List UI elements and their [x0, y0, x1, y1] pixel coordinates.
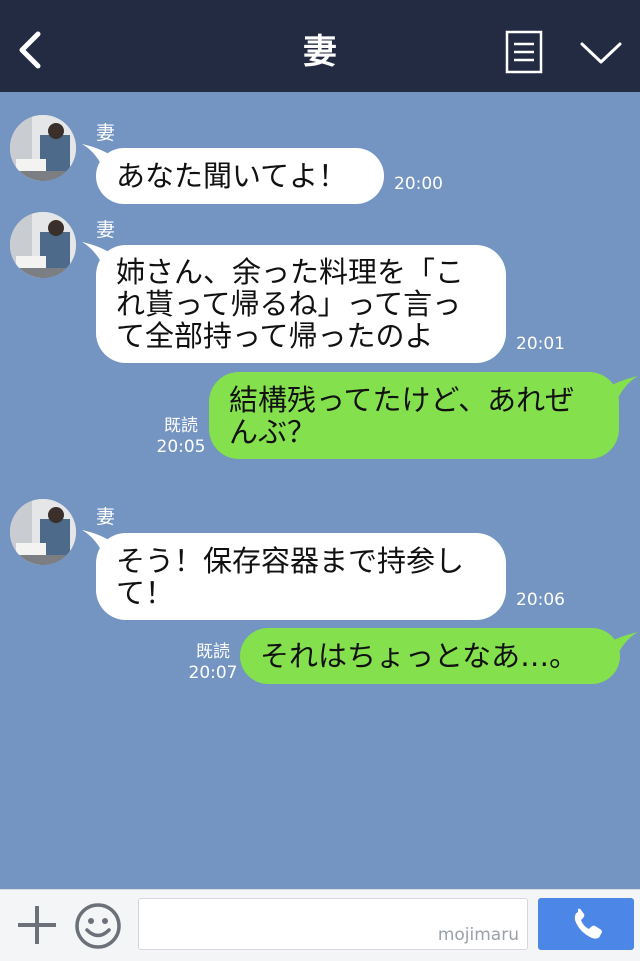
message-bubble[interactable]: あなた聞いてよ！ — [96, 148, 384, 204]
message-meta: 既読 20:07 — [188, 642, 238, 684]
chevron-left-icon — [19, 31, 41, 69]
smiley-icon — [75, 903, 121, 949]
chat-title: 妻 — [303, 32, 337, 72]
message-time: 20:01 — [516, 334, 565, 354]
read-receipt: 既読 — [164, 416, 198, 436]
watermark-text: mojimaru — [437, 925, 519, 945]
emoji-button[interactable] — [74, 902, 122, 950]
sender-name: 妻 — [96, 219, 116, 241]
message-bubble[interactable]: 結構残ってたけど、あれぜ んぶ？ — [209, 372, 619, 459]
list-icon — [505, 30, 543, 74]
message-bubble[interactable]: 姉さん、余った料理を「こ れ貰って帰るね」って言っ て全部持って帰ったのよ — [96, 245, 506, 363]
message-bubble[interactable]: そう！保存容器まで持参し て！ — [96, 533, 506, 620]
avatar[interactable] — [10, 499, 76, 565]
add-button[interactable] — [14, 902, 60, 948]
phone-icon — [574, 908, 602, 939]
avatar[interactable] — [10, 115, 76, 181]
message-time: 20:07 — [188, 663, 238, 683]
message-input[interactable]: mojimaru — [138, 898, 528, 950]
chat-area[interactable]: 妻 あなた聞いてよ！ 20:00 妻 姉さん、余った料理を「こ れ貰って帰るね」… — [0, 92, 640, 889]
input-bar: mojimaru — [0, 889, 640, 961]
message-time: 20:05 — [156, 437, 206, 457]
sender-name: 妻 — [96, 122, 116, 144]
read-receipt: 既読 — [196, 642, 230, 662]
call-button[interactable] — [538, 898, 634, 950]
message-time: 20:00 — [394, 174, 443, 194]
back-button[interactable] — [12, 26, 52, 74]
menu-button[interactable] — [504, 30, 544, 74]
message-meta: 既読 20:05 — [156, 416, 206, 458]
collapse-button[interactable] — [578, 34, 624, 70]
avatar[interactable] — [10, 212, 76, 278]
bubble-tail — [606, 376, 638, 402]
chevron-down-icon — [580, 42, 622, 64]
bubble-tail — [606, 632, 638, 658]
chat-header: 妻 — [0, 0, 640, 92]
message-bubble[interactable]: それはちょっとなあ…。 — [240, 628, 620, 684]
sender-name: 妻 — [96, 506, 116, 528]
message-time: 20:06 — [516, 590, 565, 610]
plus-icon — [18, 906, 56, 944]
